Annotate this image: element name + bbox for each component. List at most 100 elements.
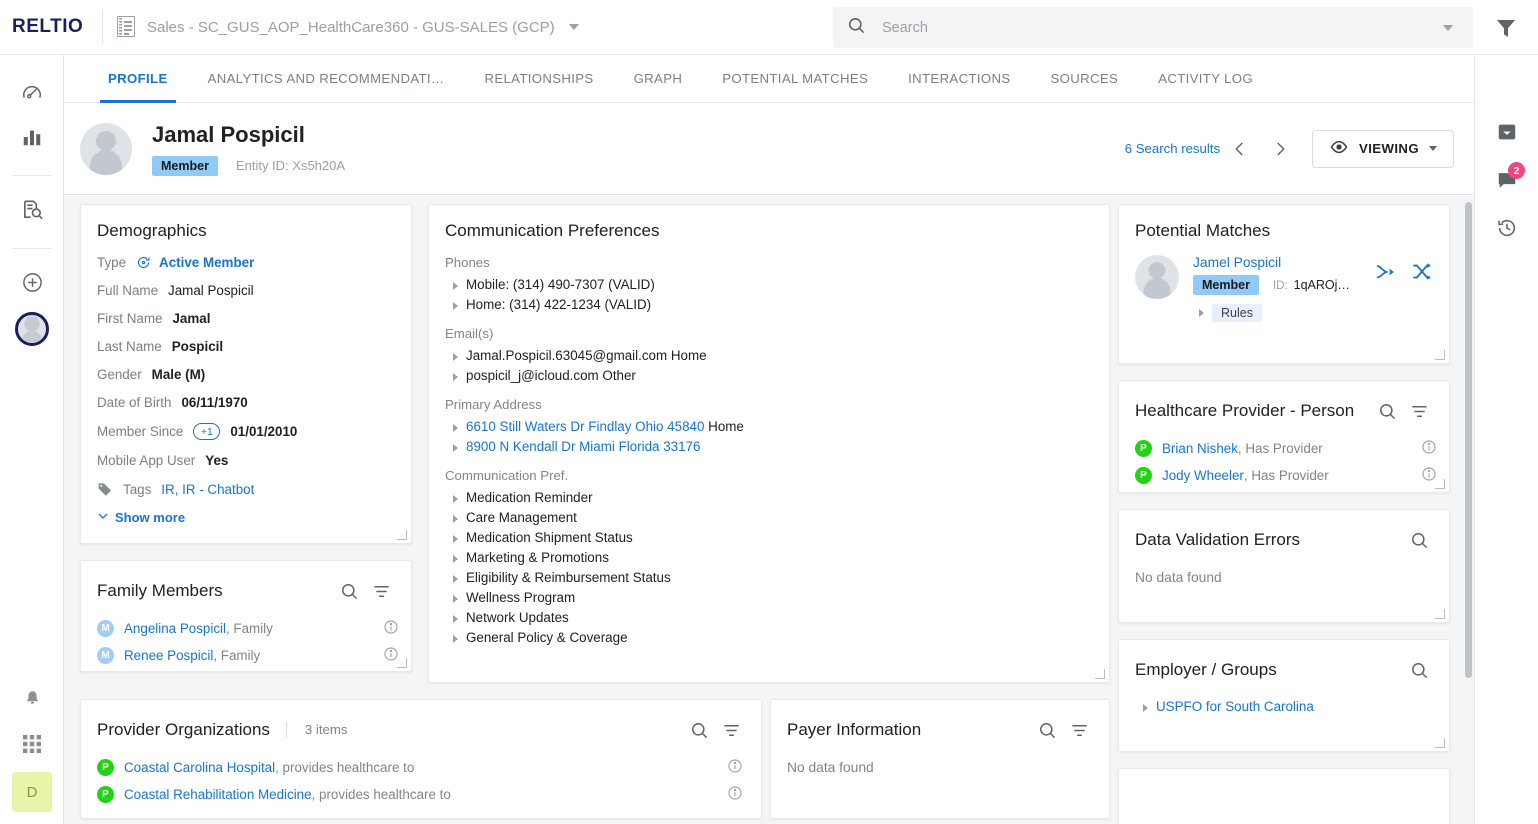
prev-record-button[interactable]	[1220, 129, 1260, 169]
merge-arrow-icon[interactable]	[1375, 261, 1397, 288]
resize-handle[interactable]	[1435, 609, 1445, 619]
expand-triangle-icon[interactable]	[453, 535, 458, 543]
search-icon[interactable]	[1371, 395, 1403, 427]
resize-handle[interactable]	[397, 658, 407, 668]
sidebar-item-current-profile[interactable]	[0, 307, 64, 351]
resize-handle[interactable]	[1435, 479, 1445, 489]
list-item[interactable]: P Coastal Carolina Hospital , provides h…	[97, 754, 743, 781]
resize-handle[interactable]	[1095, 669, 1105, 679]
filter-icon[interactable]	[1494, 16, 1518, 45]
filter-icon[interactable]	[1063, 714, 1095, 746]
row-value[interactable]: Active Member	[159, 255, 254, 270]
inbox-button[interactable]	[1475, 110, 1538, 158]
relation-name[interactable]: Brian Nishek	[1162, 441, 1238, 456]
search-chevron-down-icon[interactable]	[1443, 25, 1453, 31]
tab-analytics-and-recommendations[interactable]: ANALYTICS AND RECOMMENDATI…	[188, 55, 465, 102]
scrollbar-track[interactable]	[1463, 196, 1474, 824]
list-item[interactable]: Eligibility & Reimbursement Status	[445, 567, 1093, 587]
scrollbar-thumb[interactable]	[1465, 202, 1472, 678]
tab-activity-log[interactable]: ACTIVITY LOG	[1138, 55, 1273, 102]
list-item[interactable]: M Angelina Pospicil , Family	[97, 615, 399, 642]
additional-values-badge[interactable]: +1	[193, 423, 220, 440]
expand-triangle-icon[interactable]	[453, 424, 458, 432]
relation-name[interactable]: Coastal Rehabilitation Medicine	[124, 787, 312, 802]
tab-graph[interactable]: GRAPH	[614, 55, 703, 102]
filter-icon[interactable]	[715, 714, 747, 746]
list-item[interactable]: P Jody Wheeler , Has Provider	[1135, 462, 1437, 489]
split-shuffle-icon[interactable]	[1411, 261, 1433, 288]
resize-handle[interactable]	[1435, 350, 1445, 360]
list-item[interactable]: M Renee Pospicil , Family	[97, 642, 399, 669]
comments-button[interactable]: 2	[1475, 158, 1538, 206]
list-item[interactable]: Network Updates	[445, 607, 1093, 627]
tab-interactions[interactable]: INTERACTIONS	[888, 55, 1030, 102]
sidebar-item-data-explorer[interactable]	[0, 190, 64, 234]
expand-triangle-icon[interactable]	[453, 515, 458, 523]
expand-triangle-icon[interactable]	[453, 575, 458, 583]
resize-handle[interactable]	[1435, 738, 1445, 748]
search-icon[interactable]	[1403, 524, 1435, 556]
list-item[interactable]: P Brian Nishek , Has Provider	[1135, 435, 1437, 462]
list-item[interactable]: Wellness Program	[445, 587, 1093, 607]
row-value[interactable]: IR, IR - Chatbot	[161, 482, 254, 497]
address-link[interactable]: 6610 Still Waters Dr Findlay Ohio 45840	[466, 419, 704, 434]
list-item[interactable]: 6610 Still Waters Dr Findlay Ohio 45840 …	[445, 416, 1093, 436]
search-icon[interactable]	[1403, 654, 1435, 686]
resize-handle[interactable]	[397, 530, 407, 540]
expand-triangle-icon[interactable]	[453, 635, 458, 643]
tab-sources[interactable]: SOURCES	[1031, 55, 1139, 102]
rules-chip[interactable]: Rules	[1212, 304, 1262, 322]
list-item[interactable]: Jamal.Pospicil.63045@gmail.com Home	[445, 345, 1093, 365]
refresh-history-icon[interactable]	[136, 255, 151, 270]
list-item[interactable]: P Coastal Rehabilitation Medicine , prov…	[97, 781, 743, 808]
list-item[interactable]: Home: (314) 422-1234 (VALID)	[445, 294, 1093, 314]
expand-triangle-icon[interactable]	[453, 595, 458, 603]
expand-triangle-icon[interactable]	[1143, 704, 1148, 712]
info-icon[interactable]	[383, 619, 399, 638]
apps-button[interactable]	[0, 724, 64, 768]
list-item[interactable]: Medication Shipment Status	[445, 527, 1093, 547]
address-link[interactable]: 8900 N Kendall Dr Miami Florida 33176	[466, 439, 700, 454]
expand-triangle-icon[interactable]	[453, 282, 458, 290]
relation-name[interactable]: Coastal Carolina Hospital	[124, 760, 275, 775]
info-icon[interactable]	[1421, 439, 1437, 458]
tab-relationships[interactable]: RELATIONSHIPS	[464, 55, 613, 102]
viewing-mode-button[interactable]: VIEWING	[1312, 130, 1454, 168]
relation-name[interactable]: Jody Wheeler	[1162, 468, 1244, 483]
notifications-button[interactable]	[0, 680, 64, 724]
list-item[interactable]: Mobile: (314) 490-7307 (VALID)	[445, 274, 1093, 294]
filter-icon[interactable]	[1403, 395, 1435, 427]
search-icon[interactable]	[1031, 714, 1063, 746]
search-input[interactable]	[882, 20, 1443, 36]
relation-name[interactable]: Renee Pospicil	[124, 648, 213, 663]
match-name[interactable]: Jamel Pospicil	[1193, 255, 1375, 270]
search-icon[interactable]	[683, 714, 715, 746]
user-avatar[interactable]: D	[12, 772, 52, 812]
expand-triangle-icon[interactable]	[453, 495, 458, 503]
next-record-button[interactable]	[1260, 129, 1300, 169]
list-item[interactable]: pospicil_j@icloud.com Other	[445, 365, 1093, 385]
filter-icon[interactable]	[365, 575, 397, 607]
search-results-link[interactable]: 6 Search results	[1125, 141, 1220, 156]
search-icon[interactable]	[333, 575, 365, 607]
dataset-chevron-down-icon[interactable]	[569, 24, 579, 30]
show-more-button[interactable]: Show more	[97, 510, 395, 525]
expand-triangle-icon[interactable]	[453, 555, 458, 563]
employer-link[interactable]: USPFO for South Carolina	[1156, 699, 1314, 714]
sidebar-item-create[interactable]	[0, 263, 64, 307]
info-icon[interactable]	[727, 758, 743, 777]
history-button[interactable]	[1475, 206, 1538, 254]
tab-profile[interactable]: PROFILE	[88, 55, 188, 102]
sidebar-item-dashboard[interactable]	[0, 73, 64, 117]
tab-potential-matches[interactable]: POTENTIAL MATCHES	[702, 55, 888, 102]
list-item[interactable]: USPFO for South Carolina	[1135, 696, 1433, 716]
global-search[interactable]	[833, 7, 1473, 48]
list-item[interactable]: Medication Reminder	[445, 487, 1093, 507]
expand-triangle-icon[interactable]	[453, 302, 458, 310]
expand-triangle-icon[interactable]	[453, 444, 458, 452]
expand-triangle-icon[interactable]	[453, 353, 458, 361]
relation-name[interactable]: Angelina Pospicil	[124, 621, 226, 636]
expand-triangle-icon[interactable]	[1199, 309, 1204, 317]
expand-triangle-icon[interactable]	[453, 373, 458, 381]
info-icon[interactable]	[727, 785, 743, 804]
